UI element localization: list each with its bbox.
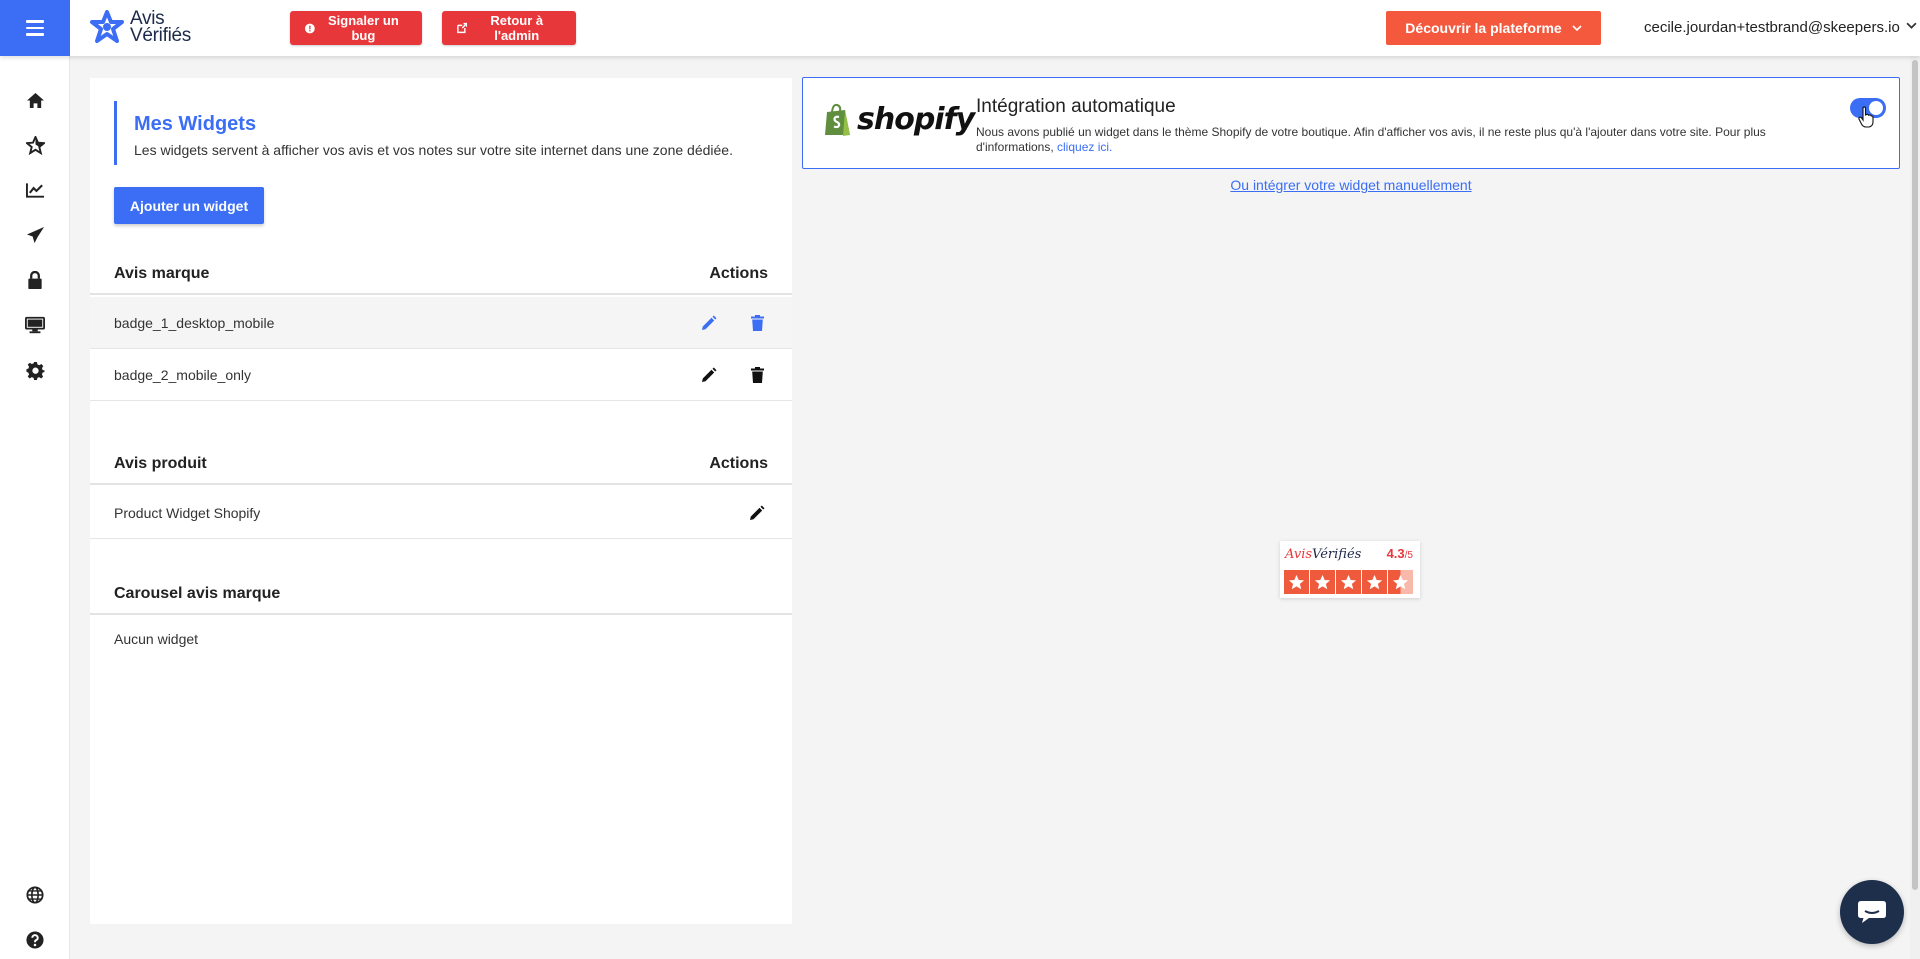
star-icon	[25, 135, 45, 155]
table-row[interactable]: badge_2_mobile_only	[90, 349, 792, 401]
section-title: Carousel avis marque	[114, 585, 281, 602]
user-menu-chevron-icon[interactable]	[1906, 22, 1917, 30]
scrollbar-thumb[interactable]	[1912, 60, 1918, 890]
chat-button[interactable]	[1840, 880, 1904, 944]
sidebar-item-security[interactable]	[25, 270, 45, 290]
trash-icon	[750, 367, 764, 383]
badge-brand: AvisVérifiés	[1285, 547, 1362, 562]
star-icon	[1310, 570, 1335, 594]
globe-icon	[26, 886, 44, 904]
edit-widget-button[interactable]	[698, 364, 720, 386]
star-icon	[1362, 570, 1387, 594]
actions-column-header: Actions	[709, 455, 768, 472]
sidebar-item-campaigns[interactable]	[25, 225, 45, 245]
section-title: Avis produit	[114, 455, 207, 472]
widgets-panel: Mes Widgets Les widgets servent à affich…	[90, 78, 792, 924]
page-title: Mes Widgets	[134, 113, 257, 135]
shopify-logo: shopify	[823, 102, 975, 137]
chevron-down-icon	[1572, 24, 1582, 31]
badge-score: 4.3/5	[1386, 546, 1413, 561]
star-icon	[1284, 570, 1309, 594]
home-icon	[26, 92, 44, 108]
hand-cursor-icon	[1858, 106, 1874, 128]
widget-name: badge_2_mobile_only	[114, 366, 251, 383]
sidebar-item-help[interactable]	[25, 930, 45, 950]
discover-platform-button[interactable]: Découvrir la plateforme	[1386, 11, 1601, 45]
back-to-admin-button[interactable]: Retour à l'admin	[442, 11, 576, 45]
desktop-icon	[25, 316, 45, 334]
hamburger-icon	[26, 18, 44, 38]
more-info-link[interactable]: cliquez ici.	[1057, 140, 1112, 154]
trash-icon	[750, 315, 764, 331]
edit-widget-button[interactable]	[746, 502, 768, 524]
brand-logo-text: Avis Vérifiés	[130, 8, 191, 46]
sidebar-item-widgets[interactable]	[25, 315, 45, 335]
sidebar-item-statistics[interactable]	[25, 180, 45, 200]
chat-bubble-icon	[1858, 901, 1886, 923]
shopify-integration-card: shopify Intégration automatique Nous avo…	[802, 77, 1900, 169]
alert-circle-icon	[305, 23, 315, 33]
menu-toggle-button[interactable]	[0, 0, 70, 56]
edit-widget-button[interactable]	[698, 312, 720, 334]
widget-name: badge_1_desktop_mobile	[114, 314, 275, 331]
gear-icon	[25, 361, 45, 380]
external-link-icon	[457, 22, 468, 34]
empty-state: Aucun widget	[90, 619, 792, 659]
help-icon	[26, 931, 44, 949]
half-star-icon	[1388, 570, 1413, 594]
badge-stars	[1284, 570, 1413, 594]
back-to-admin-label: Retour à l'admin	[490, 13, 544, 43]
delete-widget-button[interactable]	[746, 364, 768, 386]
widget-preview-badge: AvisVérifiés 4.3/5	[1280, 541, 1420, 598]
empty-text: Aucun widget	[114, 631, 199, 647]
avis-verifies-star-icon	[90, 10, 124, 43]
section-header-product-reviews: Avis produit Actions	[90, 445, 792, 485]
shopify-logo-text: shopify	[857, 102, 975, 137]
section-header-brand-carousel: Carousel avis marque	[90, 575, 792, 615]
pencil-icon	[750, 505, 765, 520]
table-row[interactable]: Product Widget Shopify	[90, 487, 792, 539]
pencil-icon	[702, 315, 717, 330]
page-description: Les widgets servent à afficher vos avis …	[134, 142, 733, 158]
sidebar-item-language[interactable]	[25, 885, 45, 905]
widgets-intro: Mes Widgets Les widgets servent à affich…	[114, 101, 733, 165]
widget-name: Product Widget Shopify	[114, 504, 261, 521]
star-icon	[1336, 570, 1361, 594]
shopify-bag-icon	[825, 103, 850, 136]
sidebar-item-settings[interactable]	[25, 360, 45, 380]
report-bug-button[interactable]: Signaler un bug	[290, 11, 422, 45]
integration-description: Nous avons publié un widget dans le thèm…	[976, 125, 1766, 154]
discover-platform-label: Découvrir la plateforme	[1405, 20, 1562, 36]
section-header-brand-reviews: Avis marque Actions	[90, 255, 792, 295]
actions-column-header: Actions	[709, 265, 768, 282]
report-bug-label: Signaler un bug	[327, 13, 399, 43]
manual-integration-link[interactable]: Ou intégrer votre widget manuellement	[802, 177, 1900, 193]
section-title: Avis marque	[114, 265, 210, 282]
table-row[interactable]: badge_1_desktop_mobile	[90, 297, 792, 349]
add-widget-button[interactable]: Ajouter un widget	[114, 187, 264, 224]
page-scrollbar[interactable]	[1910, 56, 1920, 959]
brand-logo[interactable]: Avis Vérifiés	[90, 8, 191, 46]
sidebar-item-reviews[interactable]	[25, 135, 45, 155]
sidebar-item-home[interactable]	[25, 90, 45, 110]
delete-widget-button[interactable]	[746, 312, 768, 334]
chart-icon	[25, 183, 44, 198]
lock-icon	[28, 270, 42, 289]
integration-title: Intégration automatique	[976, 96, 1176, 117]
paper-plane-icon	[26, 226, 44, 243]
sidebar	[0, 56, 70, 959]
pencil-icon	[702, 367, 717, 382]
user-menu[interactable]: cecile.jourdan+testbrand@skeepers.io	[1644, 19, 1900, 36]
top-bar: Avis Vérifiés Signaler un bug Retour à l…	[0, 0, 1920, 56]
